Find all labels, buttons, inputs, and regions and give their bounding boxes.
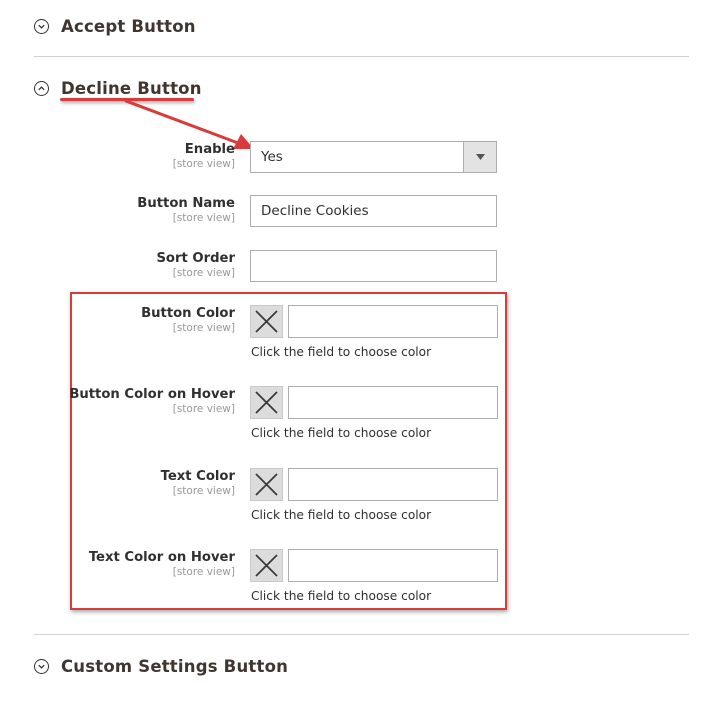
section-custom-settings-button[interactable]: Custom Settings Button [34,654,288,678]
select-value: Yes [261,149,283,165]
field-label: Button Name [137,196,235,211]
field-label: Text Color on Hover [88,550,235,565]
text-color-input[interactable] [288,468,498,501]
no-color-x-icon [255,310,278,333]
scope-label: [store view] [172,566,235,578]
color-swatch[interactable] [250,468,283,501]
scope-label: [store view] [172,403,235,415]
scope-label: [store view] [172,267,235,279]
scope-label: [store view] [172,158,235,170]
text-color-hover-input[interactable] [288,549,498,582]
field-label: Button Color [141,306,235,321]
dropdown-arrow-icon[interactable] [463,142,496,172]
field-label: Sort Order [156,251,235,266]
field-label: Text Color [160,469,235,484]
field-note: Click the field to choose color [251,589,432,603]
divider [34,634,689,635]
no-color-x-icon [255,473,278,496]
no-color-x-icon [255,391,278,414]
chevron-down-icon [34,658,49,674]
section-title: Custom Settings Button [61,656,289,676]
button-color-hover-input[interactable] [288,386,498,419]
field-note: Click the field to choose color [251,508,432,522]
scope-label: [store view] [172,322,235,334]
field-label: Button Color on Hover [69,387,235,402]
sort-order-input[interactable] [250,250,497,282]
field-note: Click the field to choose color [251,426,432,440]
button-name-input[interactable]: Decline Cookies [250,195,497,227]
color-swatch[interactable] [250,549,283,582]
color-swatch[interactable] [250,386,283,419]
color-swatch[interactable] [250,305,283,338]
enable-select[interactable]: Yes [250,141,497,173]
scope-label: [store view] [172,212,235,224]
button-color-input[interactable] [288,305,498,338]
no-color-x-icon [255,554,278,577]
field-label: Enable [184,142,235,157]
field-note: Click the field to choose color [251,345,432,359]
scope-label: [store view] [172,485,235,497]
